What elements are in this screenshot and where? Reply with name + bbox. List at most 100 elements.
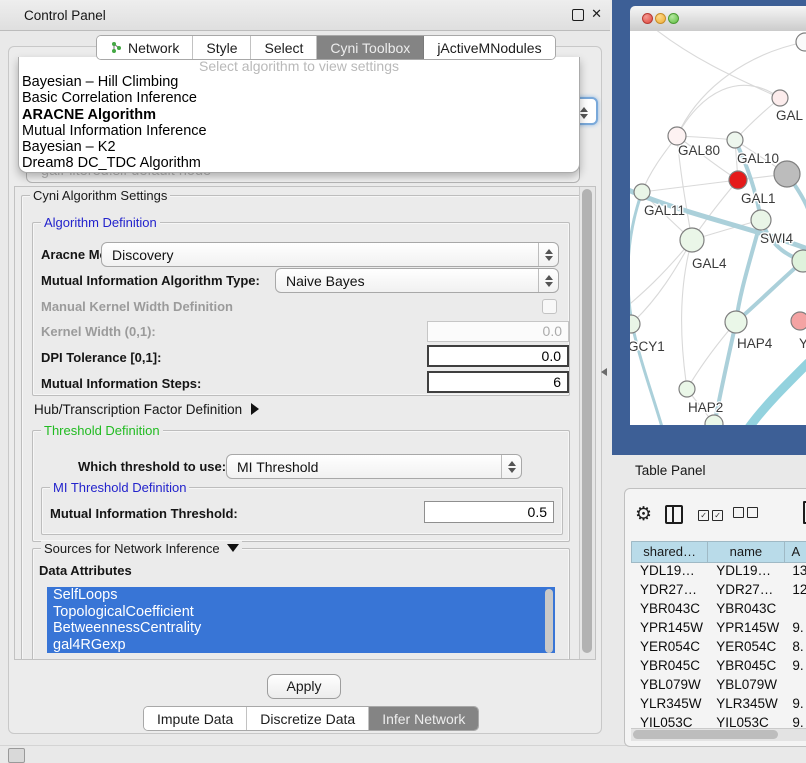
network-canvas[interactable]: GALGAL80GAL10GAL1GAL11SWI4GAL4GCY1HAP4YH… [630,31,806,425]
attribute-item[interactable]: TopologicalCoefficient [47,604,555,621]
table-cell: YLR345W [707,696,783,715]
network-node-hap2[interactable] [679,381,695,397]
table-cell: YBL079W [707,677,783,696]
network-node-y[interactable] [791,312,806,330]
select-all-icon[interactable]: ✓✓ [698,505,723,523]
mi-type-combobox[interactable]: Naive Bayes [275,268,559,293]
node-label: GCY1 [630,339,665,354]
tab-cyni-toolbox[interactable]: Cyni Toolbox [317,36,424,59]
bottom-tab-discretize-data[interactable]: Discretize Data [247,707,369,730]
minimize-traffic-light-icon[interactable] [655,13,666,24]
bottom-tab-impute-data[interactable]: Impute Data [144,707,247,730]
column-header[interactable]: shared… [631,541,707,563]
network-node-gal1[interactable] [729,171,747,189]
network-node-gal[interactable] [772,90,788,106]
edge [735,98,780,140]
edge [630,192,642,324]
data-attributes-list[interactable]: SelfLoopsTopologicalCoefficientBetweenne… [47,587,555,655]
table-cell: 9. [783,658,806,677]
control-panel-title: Control Panel [24,8,106,23]
tab-style[interactable]: Style [193,36,251,59]
column-header[interactable]: A [784,541,806,563]
table-row[interactable]: YBR045CYBR045C9. [631,658,806,677]
network-node[interactable] [796,33,806,51]
columns-icon[interactable] [665,505,683,524]
table-row[interactable]: YIL053CYIL053C9. [631,715,806,727]
float-window-icon[interactable] [572,9,584,21]
algorithm-item[interactable]: Basic Correlation Inference [19,90,579,106]
network-node-gal11[interactable] [634,184,650,200]
table-cell: YPR145W [631,620,707,639]
mi-threshold-field[interactable]: 0.5 [424,501,554,523]
algorithm-item[interactable]: Mutual Information Inference [19,123,579,139]
table-cell: YBR045C [631,658,707,677]
table-cell: YBR043C [707,601,783,620]
list-scrollbar[interactable] [544,589,554,653]
node-label: HAP2 [688,400,723,415]
mi-steps-field[interactable]: 6 [427,371,569,393]
edge [682,240,692,389]
table-cell: YDR27… [631,582,707,601]
zoom-traffic-light-icon[interactable] [668,13,679,24]
network-tab-icon [110,41,123,54]
table-row[interactable]: YDR27…YDR27…12 [631,582,806,601]
attribute-item[interactable]: SelfLoops [47,587,555,604]
settings-scrollbar[interactable] [579,187,595,659]
algorithm-definition-group: Algorithm Definition Aracne Mode: Discov… [32,222,570,396]
attribute-item[interactable]: gal4RGexp [47,637,555,654]
table-row[interactable]: YPR145WYPR145W9. [631,620,806,639]
combo-stepper-icon [538,269,558,292]
algorithm-item[interactable]: ARACNE Algorithm [19,107,579,123]
table-cell: YDL19… [707,563,783,582]
bottom-tab-infer-network[interactable]: Infer Network [369,707,478,730]
network-node-gcy1[interactable] [630,315,640,333]
close-traffic-light-icon[interactable] [642,13,653,24]
table-row[interactable]: YBL079WYBL079W [631,677,806,696]
table-hscrollbar[interactable] [631,728,806,741]
network-window-titlebar[interactable] [630,6,806,32]
which-threshold-combobox[interactable]: MI Threshold [226,454,522,479]
control-panel-titlebar: Control Panel ✕ [0,0,610,31]
table-row[interactable]: YBR043CYBR043C [631,601,806,620]
algorithm-item[interactable]: Bayesian – Hill Climbing [19,74,579,90]
mi-type-label: Mutual Information Algorithm Type: [41,273,260,288]
deselect-all-icon[interactable] [733,505,758,523]
threshold-definition-title: Threshold Definition [41,423,163,438]
table-row[interactable]: YLR345WYLR345W9. [631,696,806,715]
sources-toggle[interactable]: Sources for Network Inference [41,541,242,556]
table-row[interactable]: YER054CYER054C8. [631,639,806,658]
column-header[interactable]: name [707,541,783,563]
cyni-settings-scrollpane: Cyni Algorithm Settings Algorithm Defini… [14,186,596,660]
tab-jactivemnodules[interactable]: jActiveMNodules [424,36,554,59]
table-cell: YER054C [631,639,707,658]
dpi-tolerance-field[interactable]: 0.0 [427,345,569,367]
close-icon[interactable]: ✕ [591,6,602,22]
network-node-gal10[interactable] [727,132,743,148]
algorithm-item[interactable]: Dream8 DC_TDC Algorithm [19,155,579,171]
network-node-hap4[interactable] [725,311,747,333]
tab-label: Style [206,40,237,56]
network-graph: GALGAL80GAL10GAL1GAL11SWI4GAL4GCY1HAP4YH… [630,31,806,425]
dpi-tolerance-label: DPI Tolerance [0,1]: [41,350,161,365]
tab-select[interactable]: Select [251,36,317,59]
tab-label: Cyni Toolbox [330,40,410,56]
table-cell: YDR27… [707,582,783,601]
minimized-panel-icon[interactable] [8,748,25,763]
network-node[interactable] [774,161,800,187]
tab-network[interactable]: Network [97,36,193,59]
split-pane-collapse-icon[interactable] [601,368,607,376]
network-node-swi4[interactable] [751,210,771,230]
attribute-item[interactable]: BetweennessCentrality [47,620,555,637]
mi-type-value: Naive Bayes [286,273,365,289]
apply-button[interactable]: Apply [267,674,341,699]
gear-icon[interactable]: ⚙ [635,503,652,525]
table-cell: YPR145W [707,620,783,639]
hub-section-toggle[interactable]: Hub/Transcription Factor Definition [34,402,259,417]
manual-kernel-checkbox[interactable] [542,299,557,314]
table-row[interactable]: YDL19…YDL19…13 [631,563,806,582]
node-label: GAL1 [741,191,776,206]
algorithm-item[interactable]: Bayesian – K2 [19,139,579,155]
aracne-mode-combobox[interactable]: Discovery [101,242,559,267]
network-node-gal4[interactable] [680,228,704,252]
edge [642,136,677,192]
